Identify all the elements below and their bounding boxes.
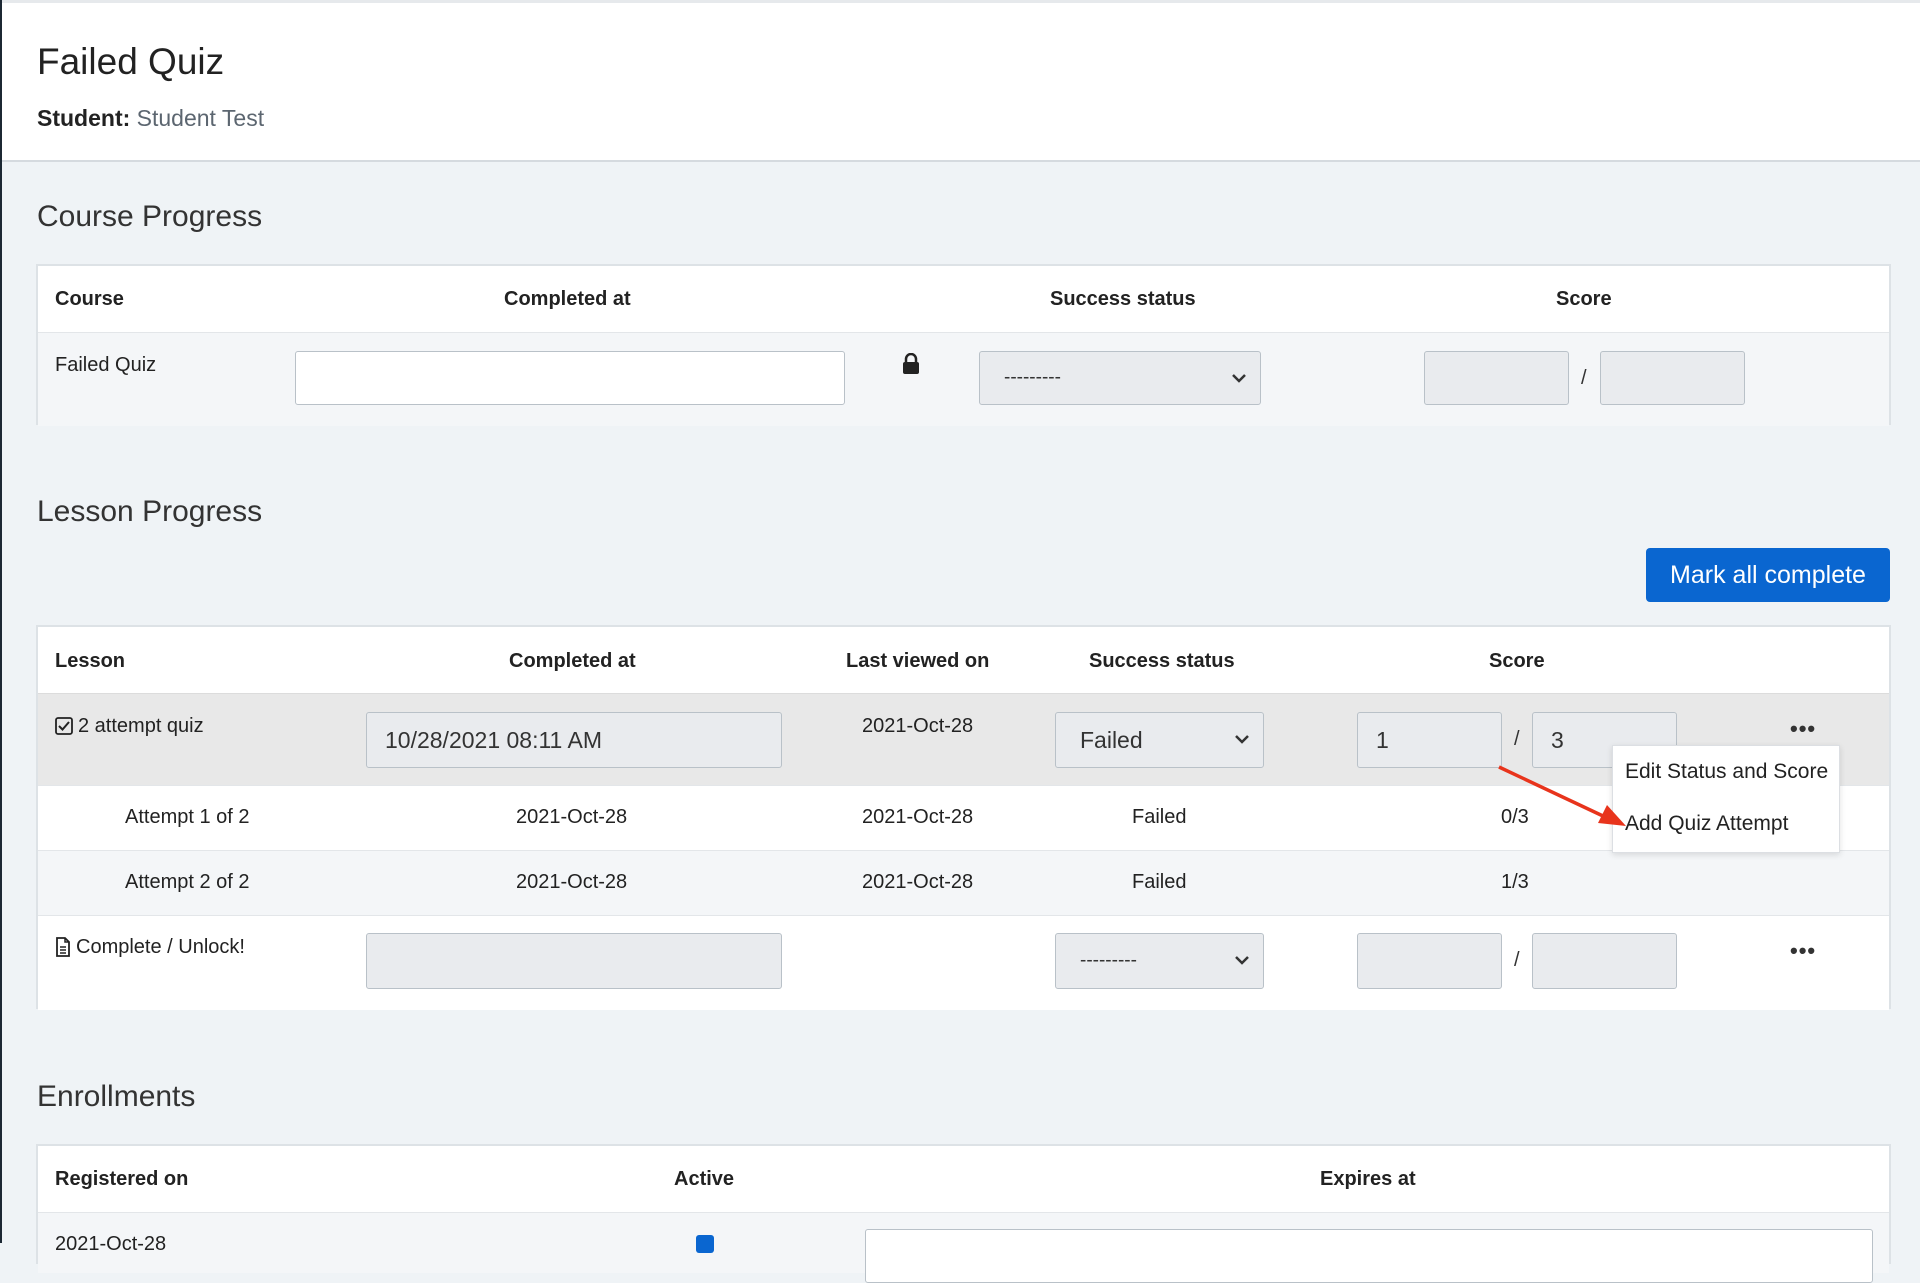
lesson-score-input[interactable]: [1357, 933, 1502, 989]
attempt-completed-at: 2021-Oct-28: [516, 871, 628, 893]
course-progress-table: Course Completed at Success status Score…: [36, 264, 1891, 426]
lesson-status-value: Failed: [1080, 727, 1143, 753]
page-title: Failed Quiz: [37, 41, 225, 82]
table-row: Failed Quiz --------- /: [38, 332, 1889, 426]
col-expires-at: Expires at: [1320, 1168, 1416, 1190]
col-score: Score: [1489, 650, 1545, 672]
attempt-score: 0/3: [1501, 806, 1529, 828]
table-row: Complete / Unlock! --------- / •••: [38, 915, 1889, 1010]
chevron-down-icon: [1235, 735, 1249, 744]
mark-all-complete-button[interactable]: Mark all complete: [1646, 548, 1890, 602]
course-max-score-input[interactable]: [1600, 351, 1745, 405]
lesson-score-input[interactable]: 1: [1357, 712, 1502, 768]
lesson-max-score-input[interactable]: [1532, 933, 1677, 989]
course-name: Failed Quiz: [55, 354, 157, 376]
lesson-progress-title: Lesson Progress: [37, 495, 263, 528]
score-separator: /: [1514, 728, 1520, 750]
attempt-score: 1/3: [1501, 871, 1529, 893]
attempt-last-viewed: 2021-Oct-28: [862, 806, 974, 828]
lock-icon[interactable]: [901, 353, 921, 375]
enrollments-title: Enrollments: [37, 1080, 196, 1113]
lesson-name[interactable]: 2 attempt quiz: [78, 715, 204, 738]
attempt-status: Failed: [1132, 871, 1187, 893]
registered-on-value: 2021-Oct-28: [55, 1233, 167, 1255]
lesson-name[interactable]: Complete / Unlock!: [76, 936, 245, 959]
quiz-checkbox-icon: [55, 717, 73, 735]
score-separator: /: [1514, 949, 1520, 971]
active-checkbox[interactable]: [696, 1235, 714, 1253]
annotation-arrow-icon: [1498, 765, 1626, 826]
lesson-status-value: ---------: [1080, 950, 1137, 971]
col-success-status: Success status: [1089, 650, 1235, 672]
col-registered-on: Registered on: [55, 1168, 189, 1190]
col-completed-at: Completed at: [509, 650, 636, 672]
lesson-completed-at-input[interactable]: 10/28/2021 08:11 AM: [366, 712, 782, 768]
col-lesson: Lesson: [55, 650, 126, 672]
more-options-button[interactable]: •••: [1790, 938, 1816, 964]
attempt-last-viewed: 2021-Oct-28: [862, 871, 974, 893]
course-score-input[interactable]: [1424, 351, 1569, 405]
col-course: Course: [55, 288, 124, 310]
lesson-status-select[interactable]: Failed: [1055, 712, 1264, 768]
col-completed-at: Completed at: [504, 288, 631, 310]
lesson-last-viewed: 2021-Oct-28: [862, 715, 974, 737]
attempt-status: Failed: [1132, 806, 1187, 828]
chevron-down-icon: [1235, 956, 1249, 965]
course-progress-title: Course Progress: [37, 200, 263, 233]
expires-at-input[interactable]: [865, 1229, 1873, 1283]
student-info: Student: Student Test: [37, 105, 264, 132]
course-completed-at-input[interactable]: [295, 351, 845, 405]
edit-status-score-menu-item[interactable]: Edit Status and Score: [1625, 760, 1828, 784]
left-edge-bar: [0, 0, 2, 1243]
add-quiz-attempt-menu-item[interactable]: Add Quiz Attempt: [1625, 812, 1788, 836]
page-header: Failed Quiz Student: Student Test: [2, 0, 1920, 162]
attempt-completed-at: 2021-Oct-28: [516, 806, 628, 828]
score-separator: /: [1581, 367, 1587, 389]
col-success-status: Success status: [1050, 288, 1196, 310]
course-status-value: ---------: [1004, 367, 1061, 388]
lesson-status-select[interactable]: ---------: [1055, 933, 1264, 989]
document-icon: [56, 937, 70, 957]
col-score: Score: [1556, 288, 1612, 310]
more-options-button[interactable]: •••: [1790, 716, 1816, 742]
student-label: Student:: [37, 105, 131, 131]
attempt-label: Attempt 1 of 2: [125, 806, 250, 828]
attempt-label: Attempt 2 of 2: [125, 871, 250, 893]
col-active: Active: [674, 1168, 735, 1190]
student-name[interactable]: Student Test: [137, 105, 264, 131]
lesson-completed-at-input[interactable]: [366, 933, 782, 989]
enrollments-table: Registered on Active Expires at 2021-Oct…: [36, 1144, 1891, 1283]
col-last-viewed: Last viewed on: [846, 650, 990, 672]
chevron-down-icon: [1232, 374, 1246, 383]
course-status-select[interactable]: ---------: [979, 351, 1261, 405]
lesson-context-menu: Edit Status and Score Add Quiz Attempt: [1612, 745, 1840, 853]
table-row: Attempt 2 of 2 2021-Oct-28 2021-Oct-28 F…: [38, 850, 1889, 916]
